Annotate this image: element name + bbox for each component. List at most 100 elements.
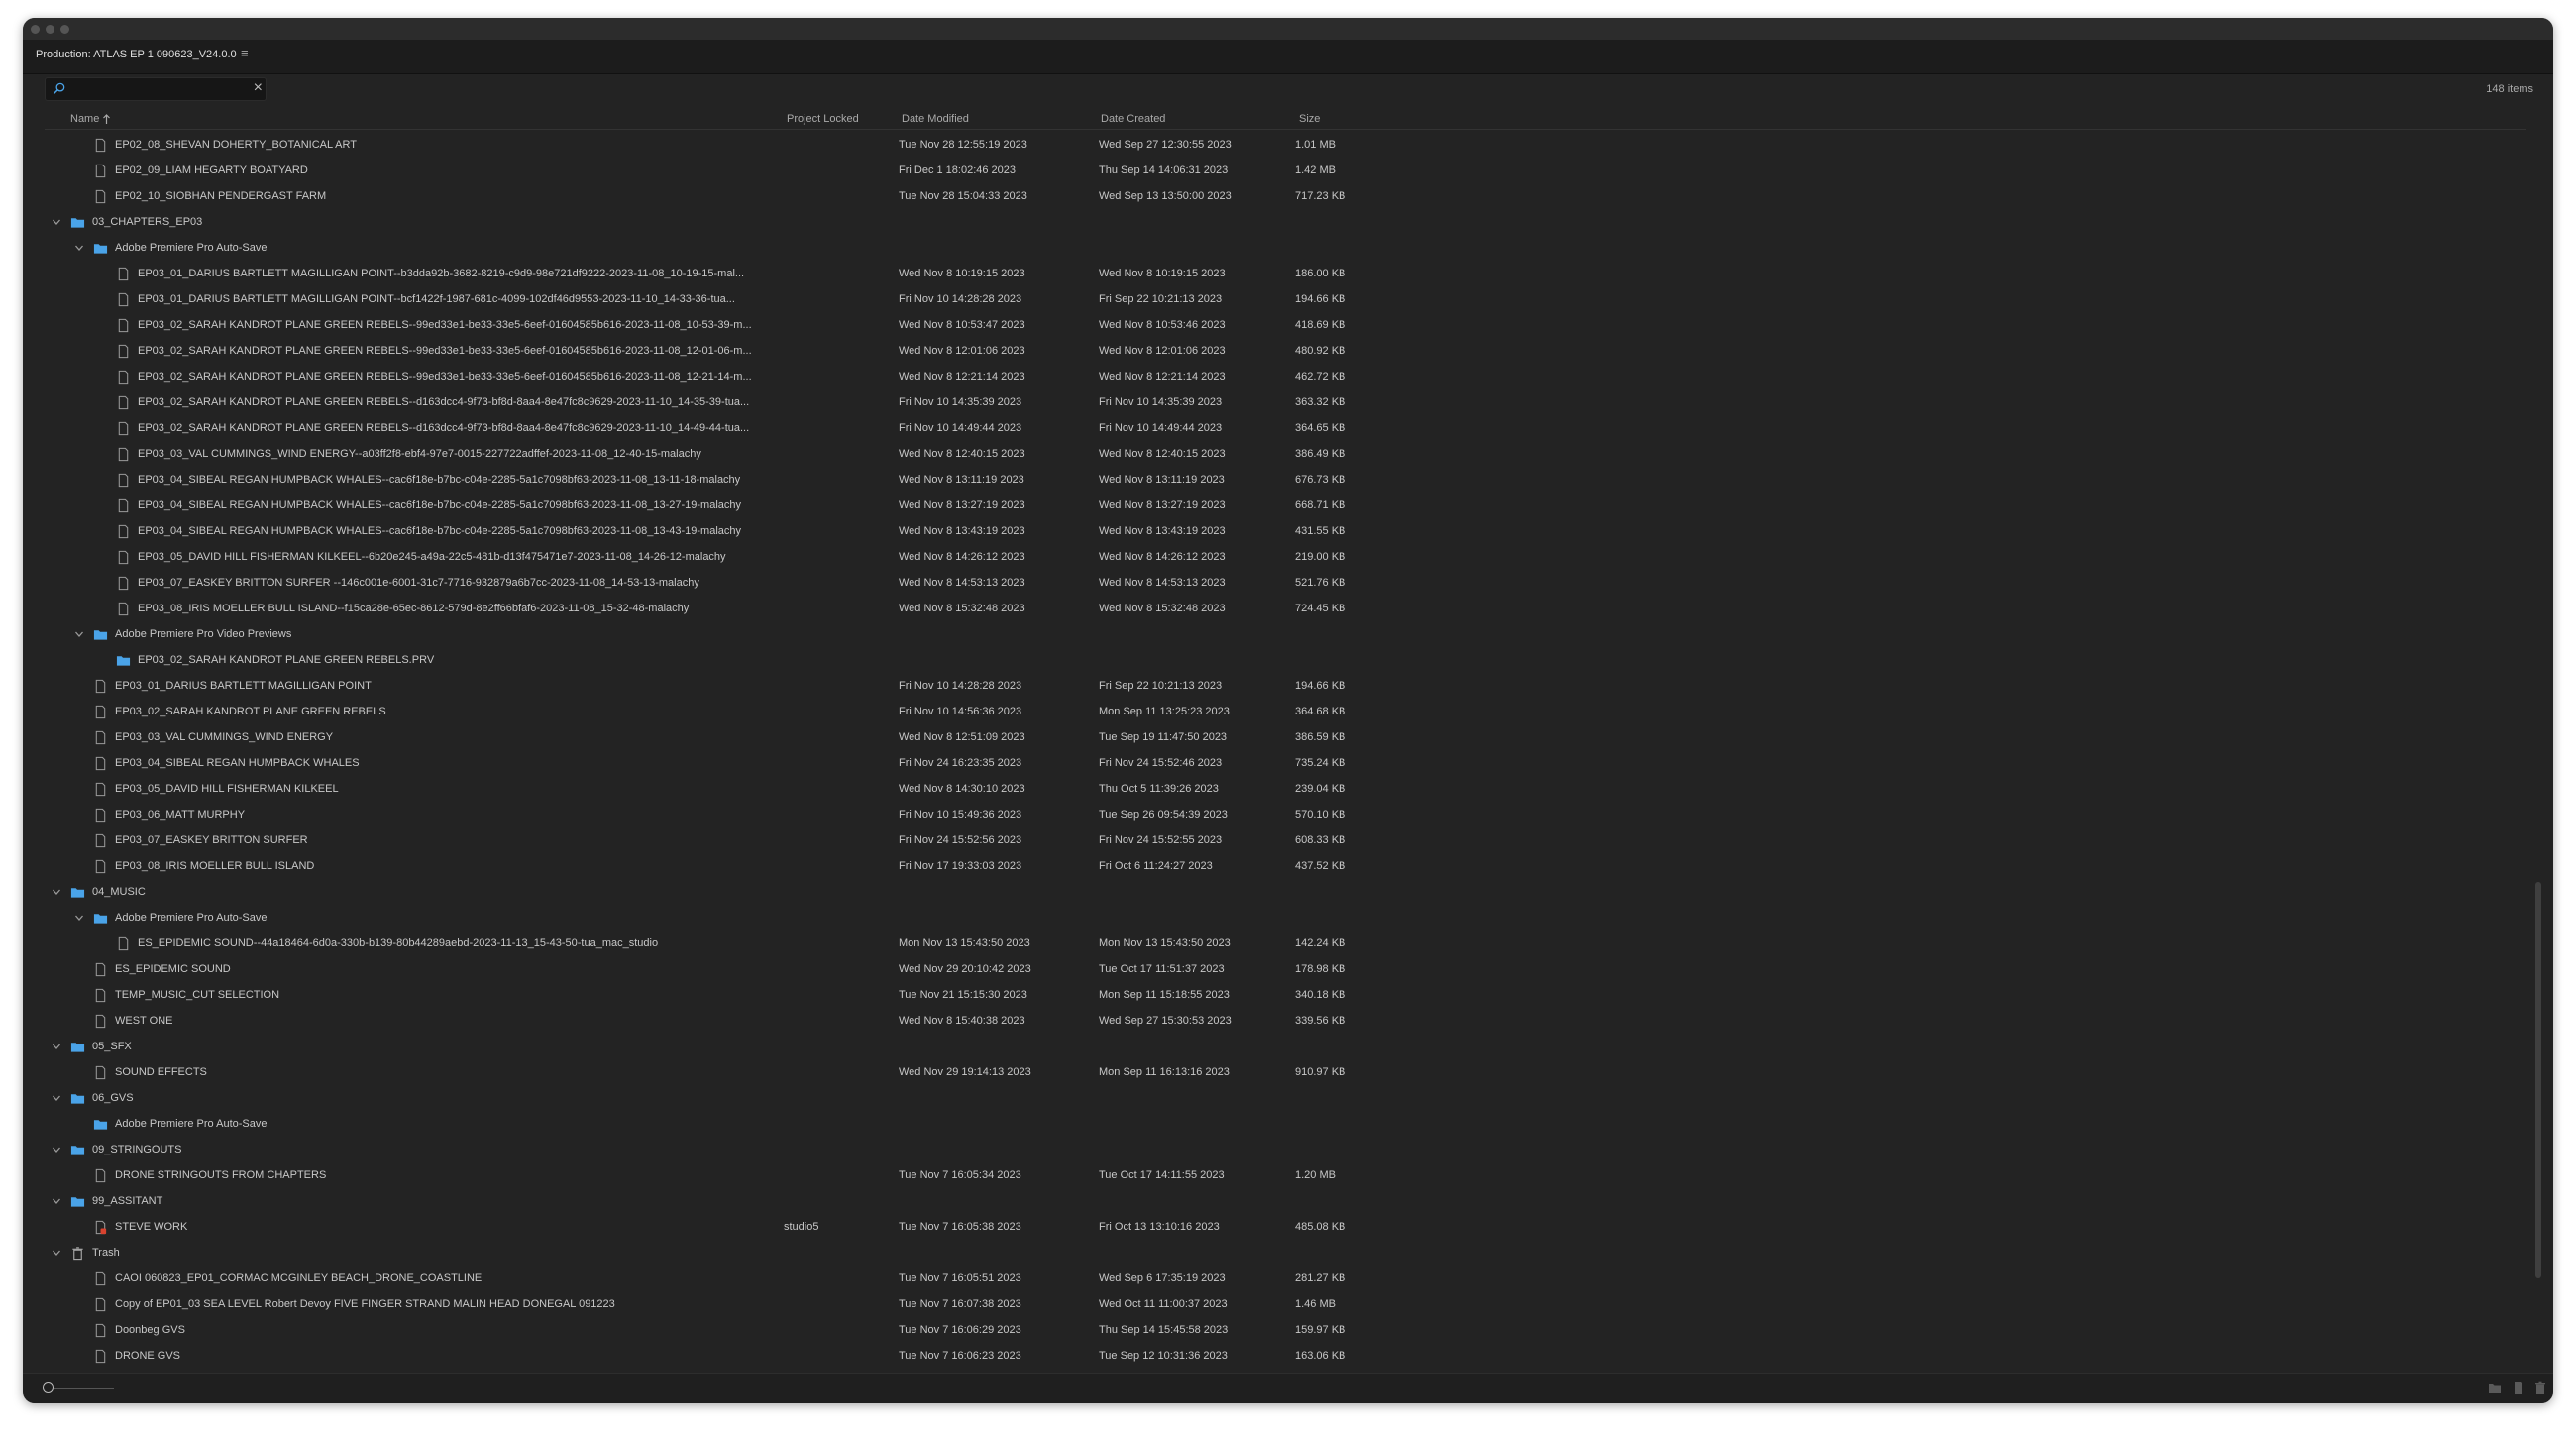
row-name[interactable]: 05_SFX (92, 1041, 132, 1052)
column-name[interactable]: Name (70, 113, 99, 125)
chevron-down-icon[interactable] (73, 628, 85, 640)
row-name[interactable]: 06_GVS (92, 1092, 134, 1104)
folder-row[interactable]: Adobe Premiere Pro Auto-Save (45, 236, 2526, 262)
file-row[interactable]: DRONE STRINGOUTS FROM CHAPTERS Tue Nov 7 … (45, 1163, 2526, 1189)
column-project-locked[interactable]: Project Locked (787, 113, 859, 125)
file-row[interactable]: EP03_03_VAL CUMMINGS_WIND ENERGY--a03ff2… (45, 442, 2526, 468)
file-row[interactable]: EP03_06_MATT MURPHY Fri Nov 10 15:49:36 2… (45, 803, 2526, 828)
file-row[interactable]: CAOI 060823_EP01_CORMAC MCGINLEY BEACH_D… (45, 1266, 2526, 1292)
file-row[interactable]: EP03_04_SIBEAL REGAN HUMPBACK WHALES Fri … (45, 751, 2526, 777)
file-row[interactable]: EP03_07_EASKEY BRITTON SURFER Fri Nov 24 … (45, 828, 2526, 854)
delete-icon[interactable] (2533, 1381, 2547, 1395)
file-row[interactable]: EP03_04_SIBEAL REGAN HUMPBACK WHALES--ca… (45, 468, 2526, 494)
row-name[interactable]: DRONE GVS (115, 1350, 180, 1362)
chevron-down-icon[interactable] (51, 1092, 62, 1104)
row-name[interactable]: EP03_02_SARAH KANDROT PLANE GREEN REBELS… (138, 345, 752, 357)
row-name[interactable]: Doonbeg GVS (115, 1324, 185, 1336)
file-row[interactable]: EP03_01_DARIUS BARTLETT MAGILLIGAN POINT… (45, 262, 2526, 287)
search-input[interactable] (69, 80, 242, 99)
folder-row[interactable]: EP03_02_SARAH KANDROT PLANE GREEN REBELS… (45, 648, 2526, 674)
row-name[interactable]: EP03_02_SARAH KANDROT PLANE GREEN REBELS… (138, 654, 434, 666)
column-date-modified[interactable]: Date Modified (902, 113, 969, 125)
file-row[interactable]: EP03_02_SARAH KANDROT PLANE GREEN REBELS… (45, 365, 2526, 390)
row-name[interactable]: EP03_05_DAVID HILL FISHERMAN KILKEEL (115, 783, 339, 795)
row-name[interactable]: EP03_02_SARAH KANDROT PLANE GREEN REBELS… (138, 319, 752, 331)
chevron-down-icon[interactable] (51, 886, 62, 898)
row-name[interactable]: EP03_03_VAL CUMMINGS_WIND ENERGY (115, 731, 333, 743)
clear-search-icon[interactable]: × (254, 79, 263, 97)
file-row[interactable]: EP03_05_DAVID HILL FISHERMAN KILKEEL Wed … (45, 777, 2526, 803)
file-row[interactable]: STEVE WORK studio5 Tue Nov 7 16:05:38 2023… (45, 1215, 2526, 1241)
row-name[interactable]: EP03_06_MATT MURPHY (115, 809, 245, 821)
file-row[interactable]: TEMP_MUSIC_CUT SELECTION Tue Nov 21 15:15… (45, 983, 2526, 1009)
zoom-slider-track[interactable] (54, 1388, 114, 1389)
file-row[interactable]: EP03_04_SIBEAL REGAN HUMPBACK WHALES--ca… (45, 494, 2526, 519)
file-row[interactable]: ES_EPIDEMIC SOUND Wed Nov 29 20:10:42 202… (45, 957, 2526, 983)
sort-ascending-icon[interactable] (102, 113, 111, 125)
vertical-scrollbar[interactable] (2533, 133, 2543, 1302)
zoom-window-button[interactable] (60, 25, 69, 34)
file-row[interactable]: EP03_03_VAL CUMMINGS_WIND ENERGY Wed Nov … (45, 725, 2526, 751)
panel-title[interactable]: Production: ATLAS EP 1 090623_V24.0.0 (36, 49, 237, 60)
row-name[interactable]: CAOI 060823_EP01_CORMAC MCGINLEY BEACH_D… (115, 1272, 482, 1284)
folder-row[interactable]: 99_ASSITANT (45, 1189, 2526, 1215)
file-row[interactable]: EP03_07_EASKEY BRITTON SURFER --146c001e… (45, 571, 2526, 597)
row-name[interactable]: ES_EPIDEMIC SOUND (115, 963, 231, 975)
file-row[interactable]: EP03_02_SARAH KANDROT PLANE GREEN REBELS… (45, 416, 2526, 442)
file-row[interactable]: SOUND EFFECTS Wed Nov 29 19:14:13 2023 Mon… (45, 1060, 2526, 1086)
minimize-window-button[interactable] (46, 25, 54, 34)
row-name[interactable]: EP03_08_IRIS MOELLER BULL ISLAND--f15ca2… (138, 603, 689, 614)
trash-row[interactable]: Trash (45, 1241, 2526, 1266)
folder-row[interactable]: Adobe Premiere Pro Auto-Save (45, 1112, 2526, 1138)
chevron-down-icon[interactable] (51, 1144, 62, 1155)
file-row[interactable]: EP03_08_IRIS MOELLER BULL ISLAND Fri Nov … (45, 854, 2526, 880)
file-row[interactable]: WEST ONE Wed Nov 8 15:40:38 2023 Wed Sep 2… (45, 1009, 2526, 1035)
row-name[interactable]: EP03_02_SARAH KANDROT PLANE GREEN REBELS (115, 706, 386, 717)
row-name[interactable]: 04_MUSIC (92, 886, 146, 898)
row-name[interactable]: Adobe Premiere Pro Auto-Save (115, 912, 267, 924)
folder-row[interactable]: 03_CHAPTERS_EP03 (45, 210, 2526, 236)
file-row[interactable]: ES_EPIDEMIC SOUND--44a18464-6d0a-330b-b1… (45, 932, 2526, 957)
row-name[interactable]: SOUND EFFECTS (115, 1066, 207, 1078)
folder-row[interactable]: 04_MUSIC (45, 880, 2526, 906)
chevron-down-icon[interactable] (51, 1041, 62, 1052)
file-row[interactable]: EP03_01_DARIUS BARTLETT MAGILLIGAN POINT… (45, 287, 2526, 313)
file-row[interactable]: EP02_09_LIAM HEGARTY BOATYARD Fri Dec 1 1… (45, 159, 2526, 184)
file-row[interactable]: EP03_02_SARAH KANDROT PLANE GREEN REBELS… (45, 390, 2526, 416)
file-row[interactable]: EP02_10_SIOBHAN PENDERGAST FARM Tue Nov 2… (45, 184, 2526, 210)
search-box[interactable]: × (45, 77, 267, 101)
panel-menu-icon[interactable]: ≡ (241, 46, 249, 60)
chevron-down-icon[interactable] (73, 912, 85, 924)
file-row[interactable]: DRONE GVS Tue Nov 7 16:06:23 2023 Tue Sep … (45, 1344, 2526, 1370)
file-row[interactable]: EP03_05_DAVID HILL FISHERMAN KILKEEL--6b… (45, 545, 2526, 571)
folder-row[interactable]: Adobe Premiere Pro Auto-Save (45, 906, 2526, 932)
row-name[interactable]: EP03_01_DARIUS BARTLETT MAGILLIGAN POINT… (138, 293, 735, 305)
row-name[interactable]: EP03_04_SIBEAL REGAN HUMPBACK WHALES--ca… (138, 499, 741, 511)
row-name[interactable]: EP03_04_SIBEAL REGAN HUMPBACK WHALES--ca… (138, 525, 741, 537)
column-size[interactable]: Size (1299, 113, 1320, 125)
file-row[interactable]: Copy of EP01_03 SEA LEVEL Robert Devoy F… (45, 1292, 2526, 1318)
file-row[interactable]: EP03_02_SARAH KANDROT PLANE GREEN REBELS… (45, 313, 2526, 339)
row-name[interactable]: Trash (92, 1247, 120, 1259)
file-row[interactable]: EP03_01_DARIUS BARTLETT MAGILLIGAN POINT… (45, 674, 2526, 700)
row-name[interactable]: EP03_02_SARAH KANDROT PLANE GREEN REBELS… (138, 422, 749, 434)
row-name[interactable]: STEVE WORK (115, 1221, 187, 1233)
row-name[interactable]: EP03_04_SIBEAL REGAN HUMPBACK WHALES--ca… (138, 474, 740, 486)
column-date-created[interactable]: Date Created (1101, 113, 1165, 125)
row-name[interactable]: 03_CHAPTERS_EP03 (92, 216, 202, 228)
chevron-down-icon[interactable] (73, 242, 85, 254)
new-folder-icon[interactable] (2488, 1381, 2502, 1395)
row-name[interactable]: 99_ASSITANT (92, 1195, 162, 1207)
file-row[interactable]: EP03_08_IRIS MOELLER BULL ISLAND--f15ca2… (45, 597, 2526, 622)
folder-row[interactable]: 09_STRINGOUTS (45, 1138, 2526, 1163)
row-name[interactable]: EP02_08_SHEVAN DOHERTY_BOTANICAL ART (115, 139, 357, 151)
scrollbar-thumb[interactable] (2535, 882, 2541, 1278)
row-name[interactable]: WEST ONE (115, 1015, 172, 1027)
row-name[interactable]: EP03_02_SARAH KANDROT PLANE GREEN REBELS… (138, 396, 749, 408)
row-name[interactable]: EP03_01_DARIUS BARTLETT MAGILLIGAN POINT… (138, 268, 744, 279)
close-window-button[interactable] (31, 25, 40, 34)
row-name[interactable]: EP03_01_DARIUS BARTLETT MAGILLIGAN POINT (115, 680, 372, 692)
row-name[interactable]: Adobe Premiere Pro Auto-Save (115, 242, 267, 254)
row-name[interactable]: EP03_02_SARAH KANDROT PLANE GREEN REBELS… (138, 371, 752, 383)
chevron-down-icon[interactable] (51, 1195, 62, 1207)
